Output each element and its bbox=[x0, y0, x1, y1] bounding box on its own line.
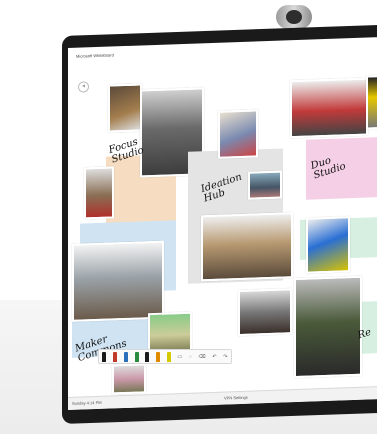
photo-ideation-2[interactable] bbox=[248, 170, 282, 200]
eraser-icon[interactable]: ⌫ bbox=[199, 354, 206, 360]
photo-focus-1[interactable] bbox=[108, 83, 142, 133]
pen-green-icon[interactable] bbox=[134, 351, 139, 362]
pen-black-icon[interactable] bbox=[102, 351, 107, 362]
surface-hub-device: Microsoft Whiteboard ◂ Focus Studio Idea… bbox=[0, 0, 377, 434]
ruler-icon[interactable]: ▭ bbox=[177, 354, 182, 360]
pen-blue-icon[interactable] bbox=[123, 351, 128, 362]
photo-right-2[interactable] bbox=[294, 275, 362, 379]
photo-right-1[interactable] bbox=[306, 216, 350, 274]
back-button[interactable]: ◂ bbox=[78, 81, 89, 93]
photo-duo-1[interactable] bbox=[290, 77, 368, 139]
status-time: Sunday 4:14 PM bbox=[72, 399, 102, 406]
app-title: Microsoft Whiteboard bbox=[76, 52, 114, 59]
photo-ideation-1[interactable] bbox=[218, 109, 258, 159]
ink-toolbar[interactable]: ▭ ◌ ⌫ ↶ ↷ bbox=[98, 349, 232, 364]
camera bbox=[276, 5, 312, 29]
photo-duo-2[interactable] bbox=[366, 74, 377, 130]
photo-ideation-4[interactable] bbox=[238, 288, 292, 337]
redo-icon[interactable]: ↷ bbox=[223, 354, 227, 360]
pen-dark-icon[interactable] bbox=[145, 351, 150, 362]
highlighter-yellow-icon[interactable] bbox=[166, 351, 171, 362]
photo-ideation-3[interactable] bbox=[201, 212, 293, 282]
lasso-icon[interactable]: ◌ bbox=[189, 354, 192, 360]
pen-orange-icon[interactable] bbox=[155, 351, 160, 362]
photo-maker-1[interactable] bbox=[72, 240, 164, 322]
status-right: VPN Settings bbox=[224, 394, 248, 401]
photo-maker-3[interactable] bbox=[112, 363, 146, 395]
photo-focus-3[interactable] bbox=[84, 166, 114, 220]
pen-red-icon[interactable] bbox=[113, 351, 118, 362]
undo-icon[interactable]: ↶ bbox=[212, 354, 216, 360]
